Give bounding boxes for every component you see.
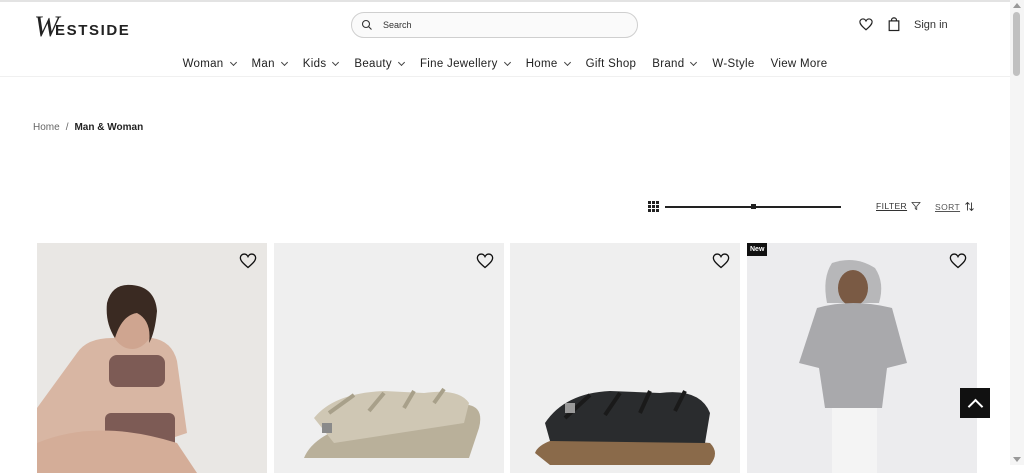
westside-logo[interactable]: W ESTSIDE	[34, 12, 130, 42]
grid-zoom-slider[interactable]	[665, 204, 841, 209]
chevron-down-icon	[229, 58, 237, 66]
chevron-up-icon	[967, 398, 983, 414]
nav-item-label: Home	[525, 57, 558, 70]
new-badge: New	[747, 243, 768, 256]
product-image	[37, 243, 267, 473]
wishlist-heart-icon[interactable]	[476, 253, 494, 269]
wishlist-heart-icon[interactable]	[239, 253, 257, 269]
main-navigation: Woman Man Kids Beauty Fine Jewellery Hom…	[0, 55, 1010, 72]
sort-arrows-icon	[965, 201, 974, 212]
chevron-down-icon	[563, 58, 571, 66]
product-image	[747, 243, 977, 473]
chevron-down-icon	[503, 58, 511, 66]
nav-item-label: Gift Shop	[585, 57, 637, 70]
filter-button[interactable]: FILTER	[876, 201, 921, 211]
nav-item-label: View More	[770, 57, 828, 70]
nav-item-label: Kids	[302, 57, 327, 70]
nav-item-gift-shop[interactable]: Gift Shop	[578, 55, 645, 72]
chevron-down-icon	[397, 58, 406, 66]
nav-item-woman[interactable]: Woman	[175, 55, 244, 72]
nav-item-beauty[interactable]: Beauty	[346, 55, 412, 72]
sign-in-link[interactable]: Sign in	[914, 19, 948, 31]
breadcrumb-current: Man & Woman	[74, 122, 144, 133]
nav-item-brand[interactable]: Brand	[644, 55, 704, 72]
nav-item-view-more[interactable]: View More	[763, 55, 836, 72]
product-card[interactable]	[274, 243, 504, 473]
breadcrumb: Home / Man & Woman	[33, 122, 143, 133]
grid-view-icon[interactable]	[648, 201, 659, 212]
product-image	[510, 243, 740, 473]
search-bar[interactable]	[351, 12, 638, 38]
nav-item-label: Brand	[652, 57, 685, 70]
scroll-down-arrow-icon[interactable]	[1013, 457, 1021, 462]
nav-item-label: Fine Jewellery	[419, 57, 498, 70]
wishlist-heart-icon[interactable]	[859, 18, 873, 31]
chevron-down-icon	[332, 58, 340, 66]
nav-item-label: Man	[251, 57, 275, 70]
nav-item-w-style[interactable]: W-Style	[704, 55, 762, 72]
scrollbar-thumb[interactable]	[1013, 12, 1020, 76]
nav-item-man[interactable]: Man	[244, 55, 295, 72]
top-border	[0, 0, 1024, 2]
scroll-up-arrow-icon[interactable]	[1013, 3, 1021, 8]
wishlist-heart-icon[interactable]	[712, 253, 730, 269]
search-icon	[361, 19, 372, 30]
nav-item-label: Woman	[182, 57, 224, 70]
logo-wordmark: ESTSIDE	[55, 21, 131, 39]
product-card[interactable]: New	[747, 243, 977, 473]
nav-item-label: Beauty	[354, 57, 392, 70]
nav-item-label: W-Style	[712, 57, 755, 70]
shopping-bag-icon[interactable]	[888, 17, 900, 32]
product-card[interactable]	[510, 243, 740, 473]
breadcrumb-separator: /	[65, 122, 69, 133]
chevron-down-icon	[690, 58, 698, 66]
nav-item-kids[interactable]: Kids	[295, 55, 347, 72]
sort-button[interactable]: SORT	[935, 201, 975, 212]
page-scrollbar[interactable]	[1010, 0, 1024, 465]
nav-divider	[0, 76, 1010, 77]
breadcrumb-home-link[interactable]: Home	[33, 122, 60, 133]
back-to-top-button[interactable]	[960, 388, 990, 418]
slider-handle[interactable]	[751, 204, 756, 209]
filter-label: FILTER	[876, 201, 908, 211]
nav-item-home[interactable]: Home	[518, 55, 578, 72]
funnel-icon	[911, 202, 921, 211]
chevron-down-icon	[280, 58, 288, 66]
product-card[interactable]	[37, 243, 267, 473]
nav-item-fine-jewellery[interactable]: Fine Jewellery	[412, 55, 518, 72]
product-image	[274, 243, 504, 473]
wishlist-heart-icon[interactable]	[949, 253, 967, 269]
search-input[interactable]	[381, 19, 615, 31]
sort-label: SORT	[935, 201, 961, 212]
